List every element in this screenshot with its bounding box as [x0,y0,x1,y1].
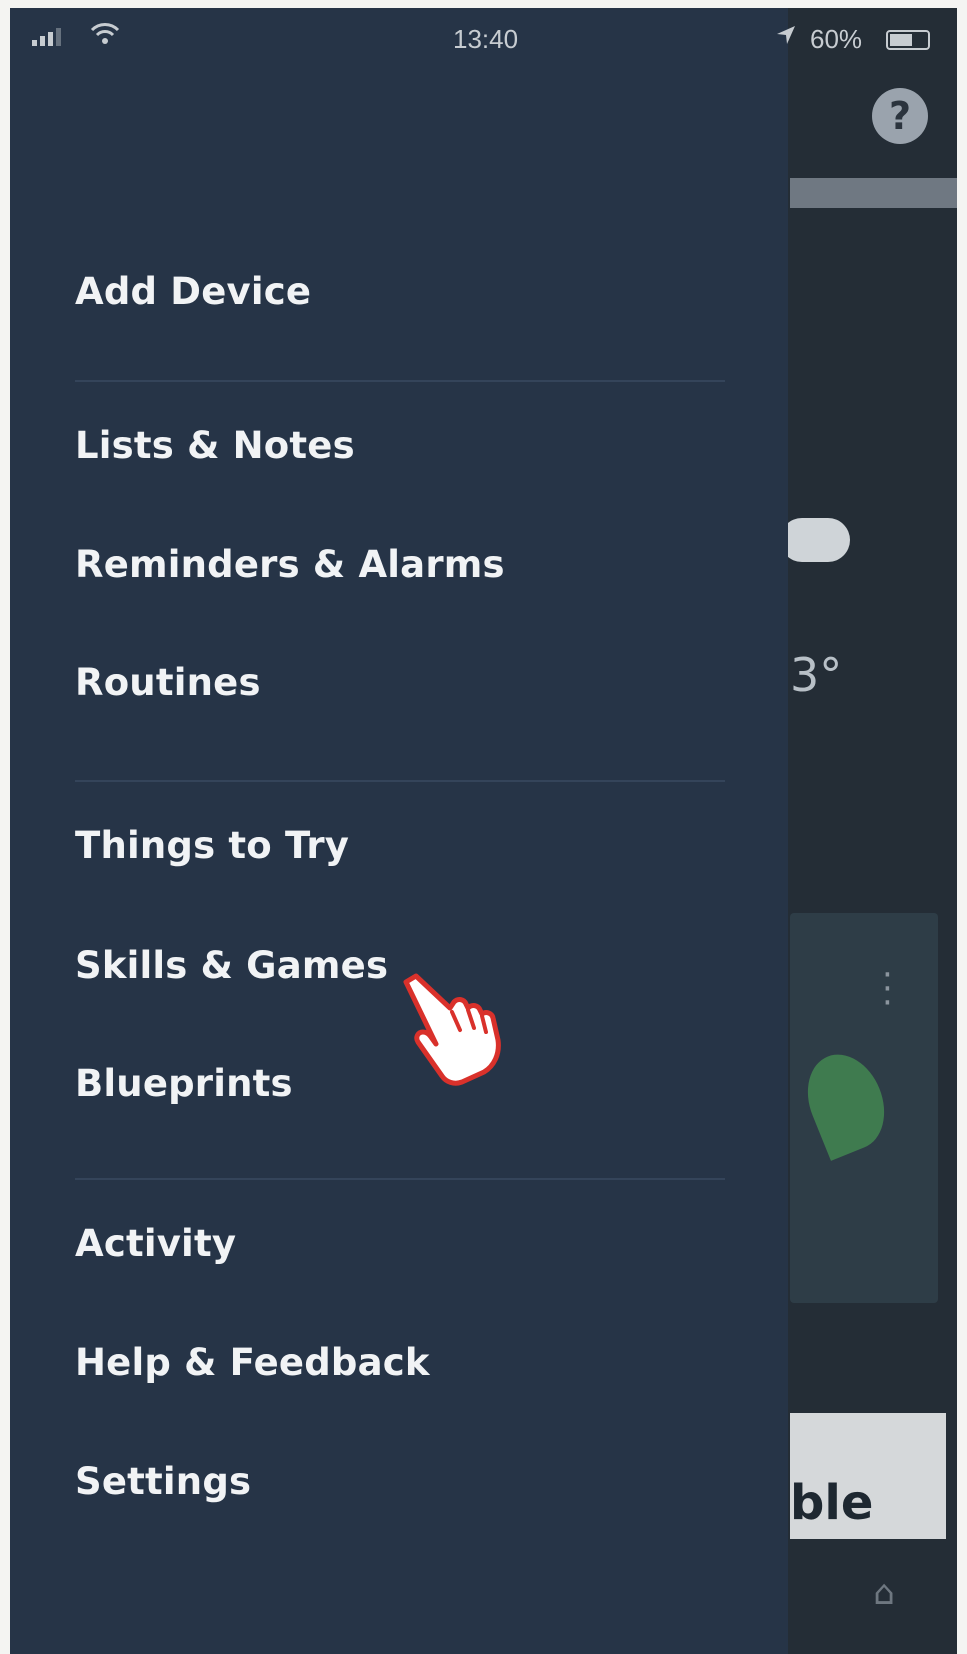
menu-item-add-device[interactable]: Add Device [75,270,311,313]
menu-item-lists-notes[interactable]: Lists & Notes [75,424,355,467]
status-bar: 13:40 60% [10,8,957,68]
phone-screen: ? 3° · · · ble ⌂ 13:40 60% Add Device Li… [10,8,957,1654]
menu-item-help-feedback[interactable]: Help & Feedback [75,1341,430,1384]
signal-icon [32,26,61,46]
battery-icon [886,30,930,50]
background-toggle [780,518,850,562]
status-time: 13:40 [453,24,519,54]
background-temperature: 3° [790,648,843,702]
menu-item-activity[interactable]: Activity [75,1222,236,1265]
location-arrow-icon [775,24,797,53]
devices-nav-icon: ⌂ [873,1573,895,1613]
menu-item-settings[interactable]: Settings [75,1460,251,1503]
wifi-icon [90,22,120,53]
background-banner [790,178,957,208]
menu-item-reminders-alarms[interactable]: Reminders & Alarms [75,543,505,586]
navigation-drawer: Add Device Lists & Notes Reminders & Ala… [10,8,788,1654]
background-button: ble [790,1413,946,1539]
more-options-icon: · · · [882,955,893,1023]
pointing-hand-cursor-icon [403,973,501,1086]
menu-divider [75,380,725,382]
help-icon: ? [872,88,928,144]
menu-item-blueprints[interactable]: Blueprints [75,1062,293,1105]
battery-percentage: 60% [810,24,863,54]
menu-item-skills-games[interactable]: Skills & Games [75,944,388,987]
battery-level [890,34,912,46]
menu-divider [75,1178,725,1180]
menu-divider [75,780,725,782]
menu-item-routines[interactable]: Routines [75,661,261,704]
menu-item-things-to-try[interactable]: Things to Try [75,824,349,867]
